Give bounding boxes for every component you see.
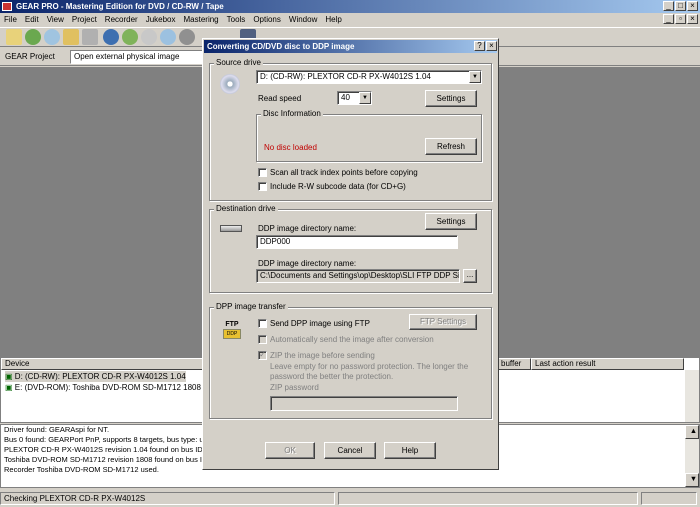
chevron-down-icon[interactable]: ▼ bbox=[359, 92, 371, 104]
cancel-button[interactable]: Cancel bbox=[324, 442, 376, 459]
status-bar: Checking PLEXTOR CD-R PX-W4012S bbox=[0, 490, 700, 507]
child-close-button[interactable]: × bbox=[687, 14, 698, 24]
buffer-column-header[interactable]: buffer bbox=[497, 358, 531, 370]
dialog-title: Converting CD/DVD disc to DDP image bbox=[204, 40, 497, 53]
read-speed-label: Read speed bbox=[258, 94, 302, 103]
zip-password-label: ZIP password bbox=[270, 383, 319, 392]
destination-settings-button[interactable]: Settings bbox=[425, 213, 477, 230]
menu-project[interactable]: Project bbox=[68, 13, 101, 26]
menu-window[interactable]: Window bbox=[285, 13, 321, 26]
dir-name-label: DDP image directory name: bbox=[258, 224, 357, 233]
menu-jukebox[interactable]: Jukebox bbox=[142, 13, 180, 26]
menu-mastering[interactable]: Mastering bbox=[180, 13, 223, 26]
scroll-up-icon[interactable]: ▲ bbox=[685, 425, 699, 439]
device-list-scrollbar[interactable] bbox=[685, 370, 699, 422]
status-text: Checking PLEXTOR CD-R PX-W4012S bbox=[0, 492, 335, 505]
transfer-label: DPP image transfer bbox=[214, 302, 288, 312]
zip-checkbox[interactable]: ✓ bbox=[258, 351, 267, 360]
minimize-button[interactable]: _ bbox=[663, 1, 674, 11]
scan-index-checkbox[interactable] bbox=[258, 168, 267, 177]
source-drive-value: D: (CD-RW): PLEXTOR CD-R PX-W4012S 1.04 bbox=[260, 72, 431, 81]
destination-drive-label: Destination drive bbox=[214, 204, 278, 214]
source-drive-select[interactable]: D: (CD-RW): PLEXTOR CD-R PX-W4012S 1.04 … bbox=[256, 70, 482, 84]
log-scrollbar[interactable]: ▲ ▼ bbox=[685, 425, 699, 487]
read-speed-value: 40 bbox=[341, 93, 350, 102]
menu-bar: File Edit View Project Recorder Jukebox Master… bbox=[0, 13, 700, 26]
source-drive-label: Source drive bbox=[214, 58, 263, 68]
app-icon bbox=[2, 2, 12, 11]
dir-path-label: DDP image directory name: bbox=[258, 259, 357, 268]
verify-disc-icon[interactable] bbox=[160, 29, 176, 45]
open-folder-icon[interactable] bbox=[63, 29, 79, 45]
menu-edit[interactable]: Edit bbox=[21, 13, 43, 26]
rw-subcode-checkbox[interactable] bbox=[258, 182, 267, 191]
send-ftp-checkbox[interactable] bbox=[258, 319, 267, 328]
auto-send-label: Automatically send the image after conve… bbox=[270, 335, 434, 344]
menu-help[interactable]: Help bbox=[321, 13, 345, 26]
auto-send-checkbox[interactable] bbox=[258, 335, 267, 344]
zip-label: ZIP the image before sending bbox=[270, 351, 375, 360]
eject-icon[interactable] bbox=[179, 29, 195, 45]
menu-view[interactable]: View bbox=[43, 13, 68, 26]
disc-info-label: Disc Information bbox=[261, 109, 323, 119]
project-label: GEAR Project bbox=[5, 52, 55, 61]
browse-button[interactable]: ... bbox=[463, 269, 477, 283]
copy-disc-icon[interactable] bbox=[122, 29, 138, 45]
ok-button[interactable]: OK bbox=[265, 442, 315, 459]
device-row[interactable]: ▣ D: (CD-RW): PLEXTOR CD-R PX-W4012S 1.0… bbox=[5, 371, 186, 382]
chevron-down-icon[interactable]: ▼ bbox=[469, 71, 481, 83]
child-minimize-button[interactable]: _ bbox=[663, 14, 674, 24]
record-disc-icon[interactable] bbox=[44, 29, 60, 45]
maximize-button[interactable]: □ bbox=[675, 1, 686, 11]
status-cell bbox=[641, 492, 697, 505]
scan-index-label: Scan all track index points before copyi… bbox=[270, 168, 418, 177]
menu-tools[interactable]: Tools bbox=[223, 13, 250, 26]
dialog-help-button[interactable]: ? bbox=[474, 41, 485, 51]
dir-path-field[interactable]: C:\Documents and Settings\op\Desktop\SLI… bbox=[256, 269, 460, 283]
read-speed-select[interactable]: 40 ▼ bbox=[337, 91, 372, 105]
zip-password-input[interactable] bbox=[270, 396, 458, 411]
erase-disc-icon[interactable] bbox=[141, 29, 157, 45]
ftp-settings-button[interactable]: FTP Settings bbox=[409, 314, 477, 330]
ddp-convert-dialog: Converting CD/DVD disc to DDP image ? × … bbox=[202, 38, 499, 470]
device-row[interactable]: ▣ E: (DVD-ROM): Toshiba DVD-ROM SD-M1712… bbox=[5, 382, 201, 393]
open-disc-icon[interactable] bbox=[25, 29, 41, 45]
rw-subcode-label: Include R-W subcode data (for CD+G) bbox=[270, 182, 406, 191]
dialog-close-button[interactable]: × bbox=[486, 41, 497, 51]
help-button[interactable]: Help bbox=[384, 442, 436, 459]
window-close-button[interactable]: × bbox=[687, 1, 698, 11]
project-field[interactable]: Open external physical image bbox=[70, 50, 205, 64]
dir-name-input[interactable]: DDP000 bbox=[256, 235, 458, 249]
cd-drive-icon bbox=[220, 74, 240, 94]
zip-note: Leave empty for no password protection. … bbox=[270, 362, 469, 381]
menu-recorder[interactable]: Recorder bbox=[101, 13, 142, 26]
hard-drive-icon bbox=[220, 225, 242, 232]
new-project-icon[interactable] bbox=[6, 29, 22, 45]
scroll-down-icon[interactable]: ▼ bbox=[685, 473, 699, 487]
status-cell bbox=[338, 492, 638, 505]
source-settings-button[interactable]: Settings bbox=[425, 90, 477, 107]
menu-file[interactable]: File bbox=[0, 13, 21, 26]
trash-icon[interactable] bbox=[82, 29, 98, 45]
menu-options[interactable]: Options bbox=[249, 13, 285, 26]
last-action-column-header[interactable]: Last action result bbox=[531, 358, 684, 370]
disc-status: No disc loaded bbox=[264, 143, 317, 152]
disc-info-icon[interactable] bbox=[103, 29, 119, 45]
send-ftp-label: Send DPP image using FTP bbox=[270, 319, 370, 328]
child-restore-button[interactable]: ▫ bbox=[675, 14, 686, 24]
window-title: GEAR PRO - Mastering Edition for DVD / C… bbox=[0, 0, 700, 13]
ftp-icon: FTP DDP bbox=[223, 320, 241, 340]
refresh-button[interactable]: Refresh bbox=[425, 138, 477, 155]
